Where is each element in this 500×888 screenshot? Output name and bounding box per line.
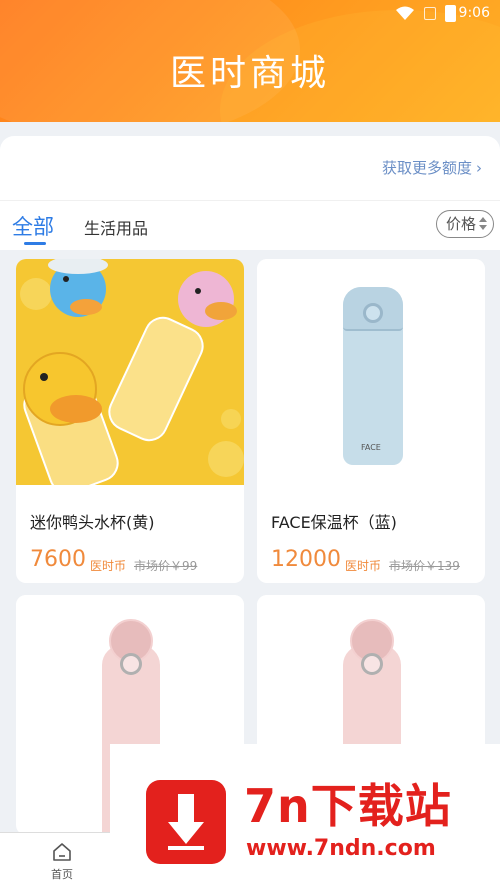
face-logo: FACE	[361, 443, 381, 452]
status-time: 9:06	[458, 5, 490, 21]
quota-link-label: 获取更多额度	[381, 159, 472, 177]
market-price: 市场价￥139	[389, 559, 460, 573]
product-name: 迷你鸭头水杯(黄)	[30, 513, 155, 532]
status-bar: 9:06	[0, 0, 500, 28]
product-image: FACE	[257, 259, 485, 485]
sort-arrows-icon	[479, 217, 487, 231]
nav-home-label[interactable]: 首页	[51, 866, 73, 882]
product-price: 7600	[30, 547, 86, 572]
product-card[interactable]: 迷你鸭头水杯(黄) 7600 医时币 市场价￥99	[16, 259, 244, 583]
home-icon[interactable]	[52, 842, 72, 862]
download-logo-icon	[146, 780, 226, 864]
sim-icon	[424, 7, 436, 20]
tab-all[interactable]: 全部	[12, 211, 54, 241]
page-title: 医时商城	[169, 53, 330, 94]
watermark-brand: 7n下载站	[244, 779, 452, 833]
price-sort-label: 价格	[446, 215, 477, 233]
cup-button-detail	[363, 303, 383, 323]
category-tabs	[0, 200, 500, 250]
market-price: 市场价￥99	[134, 559, 198, 573]
duck-bottle-illustration	[20, 259, 244, 494]
battery-icon	[445, 5, 456, 22]
watermark-url: www.7ndn.com	[246, 836, 436, 861]
get-more-quota-link[interactable]: 获取更多额度 ›	[382, 157, 482, 178]
price-sort-button[interactable]: 价格	[436, 210, 494, 238]
currency-label: 医时币	[345, 559, 382, 573]
chevron-right-icon: ›	[476, 159, 482, 177]
tab-daily-goods[interactable]: 生活用品	[84, 215, 148, 239]
product-card[interactable]: FACE FACE保温杯（蓝) 12000 医时币 市场价￥139	[257, 259, 485, 583]
product-price: 12000	[271, 547, 341, 572]
wifi-icon	[396, 6, 414, 20]
product-name: FACE保温杯（蓝)	[271, 513, 397, 532]
currency-label: 医时币	[90, 559, 127, 573]
tab-active-indicator	[24, 242, 46, 245]
product-image	[16, 259, 244, 494]
